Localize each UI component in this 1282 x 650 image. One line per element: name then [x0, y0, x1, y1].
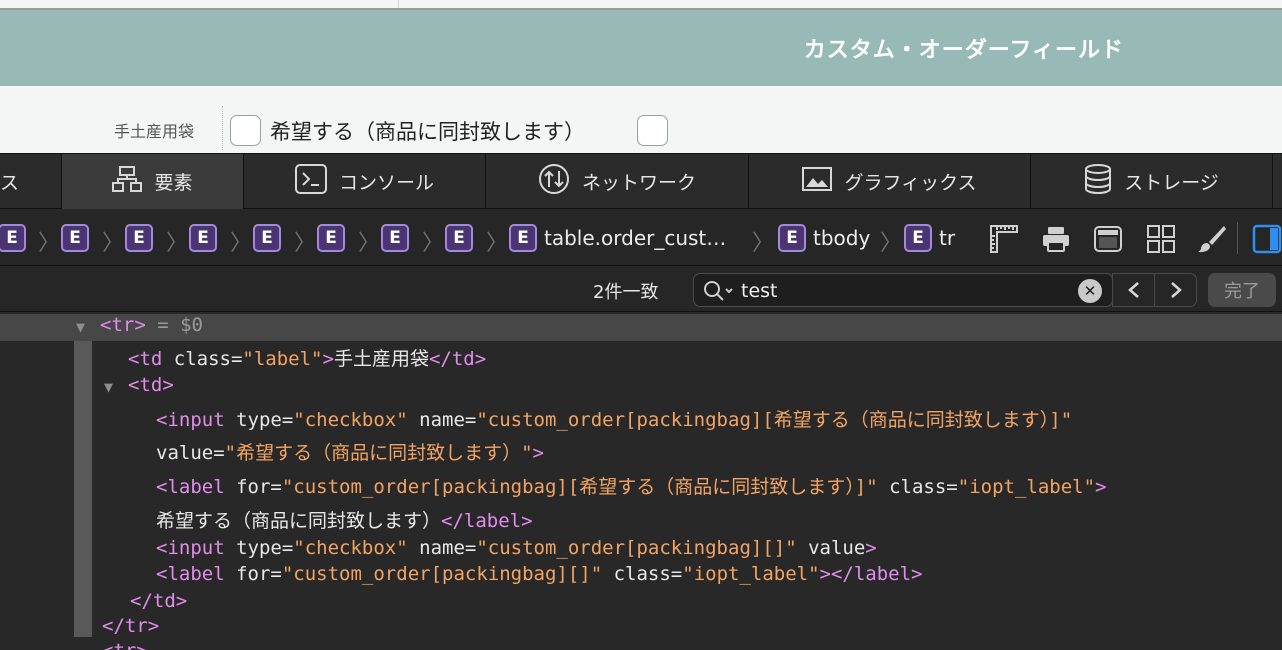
clear-search-icon[interactable]: ✕: [1078, 279, 1102, 303]
element-icon: E: [317, 224, 345, 252]
dom-node-td[interactable]: <td>: [128, 374, 174, 396]
chevron-left-icon: [1127, 282, 1139, 298]
devtools-tab-bar: ス 要素 コンソール ネットワーク グラフィックス ストレージ: [0, 153, 1282, 209]
element-icon: E: [189, 224, 217, 252]
tab-console[interactable]: コンソール: [244, 154, 486, 209]
dom-node-tr-next[interactable]: <tr>: [102, 640, 148, 650]
chevron-right-icon: 〉: [752, 231, 775, 256]
breadcrumb-tr[interactable]: Etr: [904, 224, 955, 252]
chevron-right-icon: 〉: [166, 231, 189, 256]
tab-elements[interactable]: 要素: [62, 154, 244, 209]
done-button[interactable]: 完了: [1208, 273, 1276, 307]
element-icon: E: [445, 224, 473, 252]
sidebar-icon[interactable]: [1252, 224, 1282, 254]
element-icon: E: [778, 224, 806, 252]
element-icon: E: [0, 224, 26, 252]
graphics-icon: [802, 167, 833, 196]
section-title: カスタム・オーダーフィールド: [803, 38, 1124, 63]
order-field-row: 手土産用袋 希望する（商品に同封致します）: [0, 86, 1282, 154]
tab-graphics[interactable]: グラフィックス: [749, 154, 1031, 209]
disclosure-triangle-icon[interactable]: ▼: [76, 318, 85, 336]
next-match-button[interactable]: [1154, 273, 1197, 307]
field-label: 手土産用袋: [114, 122, 195, 141]
tab-label: ストレージ: [1124, 172, 1219, 194]
previous-match-button[interactable]: [1112, 273, 1155, 307]
search-icon[interactable]: [703, 280, 735, 306]
page-top-strip: [0, 0, 1282, 10]
grid-icon[interactable]: [1146, 224, 1176, 254]
dom-tree: ▼ <tr> = $0 <td class="label">手土産用袋</td>…: [0, 312, 1282, 650]
dom-node-tr-selected[interactable]: <tr> = $0: [100, 314, 203, 336]
tab-label: グラフィックス: [844, 172, 977, 194]
breadcrumb-label: tbody: [813, 226, 871, 250]
field-divider: [222, 106, 223, 150]
element-icon: E: [509, 224, 537, 252]
dom-node-input-checkbox-2[interactable]: <input type="checkbox" name="custom_orde…: [156, 537, 877, 559]
breadcrumb-element[interactable]: E: [253, 224, 281, 252]
tab-sources-partial[interactable]: ス: [0, 154, 62, 209]
search-input[interactable]: test: [741, 280, 778, 302]
breadcrumb-element[interactable]: E: [61, 224, 89, 252]
ruler-icon[interactable]: [989, 224, 1019, 254]
chevron-right-icon: 〉: [230, 231, 253, 256]
toolbar-divider: [1237, 222, 1238, 254]
breadcrumb-element[interactable]: E: [381, 224, 409, 252]
tab-storage[interactable]: ストレージ: [1031, 154, 1273, 209]
section-header-band: カスタム・オーダーフィールド: [0, 10, 1282, 86]
chevron-right-icon: 〉: [102, 231, 125, 256]
element-icon: E: [61, 224, 89, 252]
dom-breadcrumb-bar: E 〉 E 〉 E 〉 E 〉 E 〉 E 〉 E 〉 E 〉 Etable.o…: [0, 210, 1282, 266]
breadcrumb-element[interactable]: E: [0, 224, 26, 252]
chevron-right-icon: 〉: [358, 231, 381, 256]
breadcrumb-element[interactable]: E: [189, 224, 217, 252]
paintbrush-icon[interactable]: [1197, 224, 1227, 254]
dom-node-td-label[interactable]: <td class="label">手土産用袋</td>: [128, 344, 486, 371]
tab-network[interactable]: ネットワーク: [486, 154, 749, 209]
dom-node-label[interactable]: <label for="custom_order[packingbag][希望す…: [156, 472, 1106, 499]
tab-label: ス: [0, 172, 20, 194]
dom-node-tr-close[interactable]: </tr>: [102, 615, 159, 637]
chevron-right-icon: 〉: [880, 231, 903, 256]
breadcrumb-element[interactable]: E: [445, 224, 473, 252]
layout-icon[interactable]: [1093, 224, 1123, 254]
dom-node-input-checkbox[interactable]: <input type="checkbox" name="custom_orde…: [156, 405, 1072, 432]
element-icon: E: [253, 224, 281, 252]
breadcrumb-label: tr: [939, 226, 956, 250]
dom-node-label-2[interactable]: <label for="custom_order[packingbag][]" …: [156, 563, 922, 585]
disclosure-triangle-icon[interactable]: ▼: [76, 645, 85, 650]
find-bar: 2件一致 test ✕ 完了: [0, 267, 1282, 312]
print-icon[interactable]: [1041, 224, 1071, 254]
tab-label: ネットワーク: [581, 172, 696, 194]
chevron-right-icon: [1170, 282, 1182, 298]
dom-node-label-text[interactable]: 希望する（商品に同封致します）</label>: [156, 506, 533, 533]
breadcrumb-table[interactable]: Etable.order_cust…: [509, 224, 726, 252]
network-icon: [538, 163, 570, 200]
chevron-right-icon: 〉: [486, 231, 509, 256]
console-icon: [294, 164, 327, 199]
breadcrumb-element[interactable]: E: [317, 224, 345, 252]
match-count: 2件一致: [593, 282, 659, 303]
breadcrumb-element[interactable]: E: [125, 224, 153, 252]
breadcrumb-tbody[interactable]: Etbody: [778, 224, 870, 252]
element-icon: E: [904, 224, 932, 252]
element-icon: E: [381, 224, 409, 252]
packing-bag-checkbox[interactable]: [230, 115, 261, 146]
element-icon: E: [125, 224, 153, 252]
chevron-right-icon: 〉: [294, 231, 317, 256]
disclosure-triangle-icon[interactable]: ▼: [104, 378, 113, 396]
checkbox-label[interactable]: 希望する（商品に同封致します）: [270, 116, 585, 146]
dom-node-td-close[interactable]: </td>: [130, 590, 187, 612]
empty-checkbox[interactable]: [637, 115, 668, 146]
dom-node-input-checkbox-cont[interactable]: value="希望する（商品に同封致します）">: [156, 438, 544, 465]
indent-guide: [74, 341, 92, 637]
tab-label: 要素: [154, 172, 193, 194]
search-field[interactable]: test ✕: [693, 273, 1113, 307]
tab-label: コンソール: [338, 172, 434, 194]
breadcrumb-label: table.order_cust…: [544, 226, 727, 250]
chevron-right-icon: 〉: [422, 231, 445, 256]
storage-icon: [1084, 164, 1112, 199]
chevron-right-icon: 〉: [38, 231, 61, 256]
elements-icon: [112, 165, 143, 198]
